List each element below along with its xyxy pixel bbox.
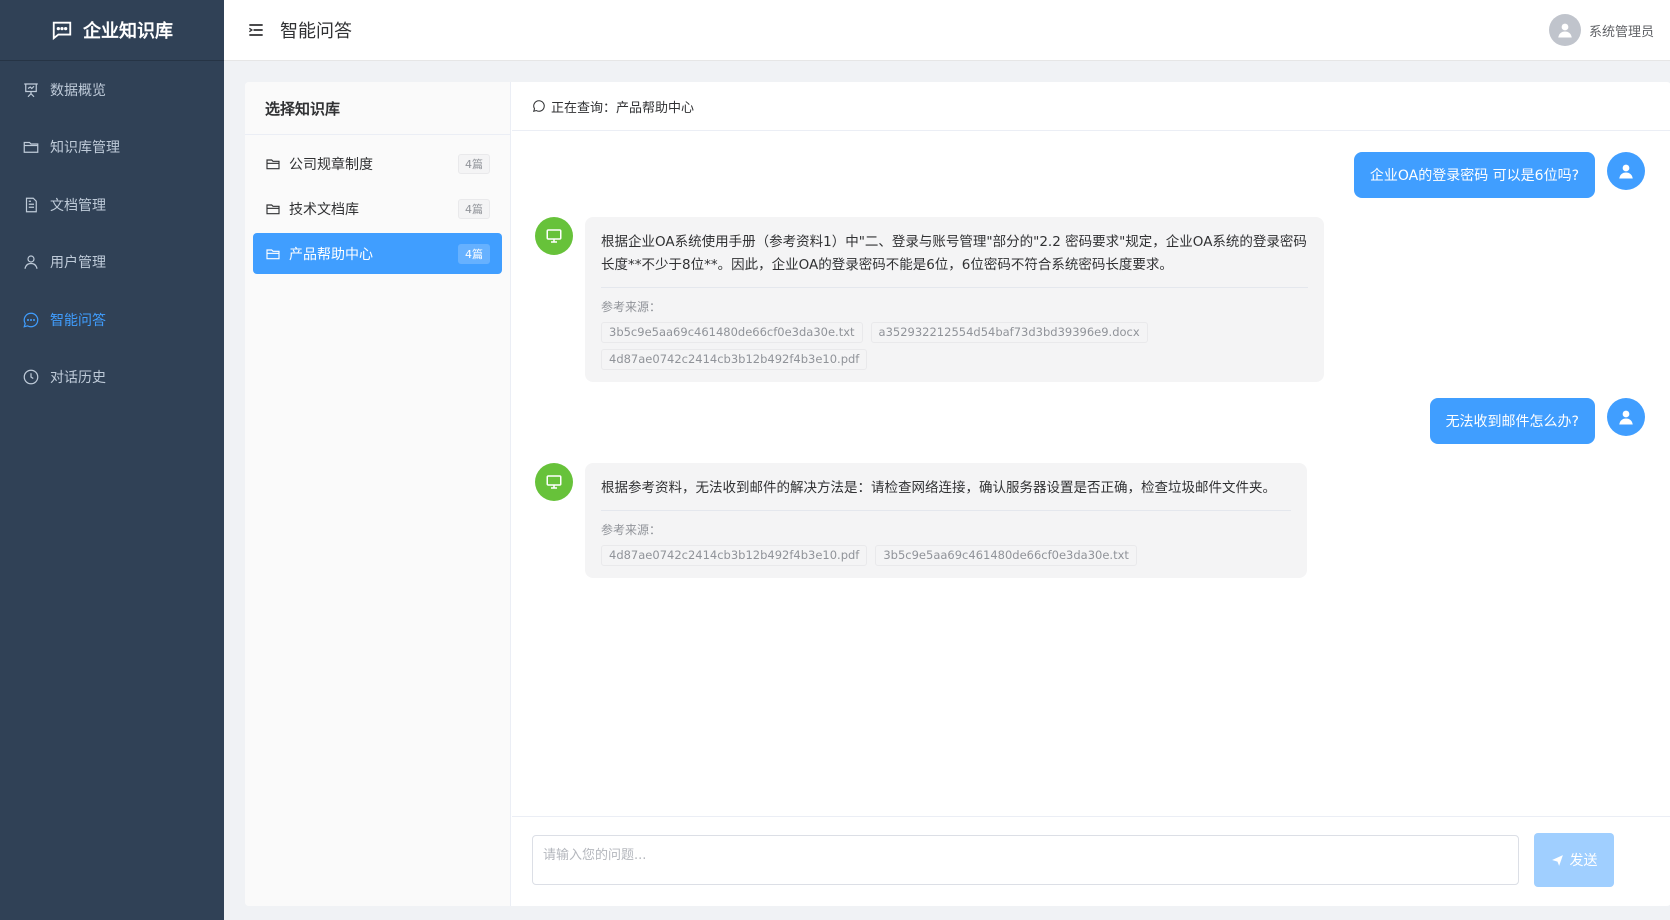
folder-open-icon: [266, 158, 280, 169]
user-name: 系统管理员: [1588, 24, 1654, 40]
source-tag[interactable]: a352932212554d54baf73d3bd39396e9.docx: [870, 322, 1148, 343]
user-avatar-icon: [1558, 23, 1572, 38]
message-list: 企业OA的登录密码 可以是6位吗? 根据企业OA系统使用手册（参考资料1）中"二…: [512, 132, 1670, 817]
folder-icon: [23, 142, 39, 154]
send-icon: [1551, 854, 1563, 866]
message-user: 企业OA的登录密码 可以是6位吗?: [1353, 152, 1645, 198]
input-area: 发送: [512, 816, 1670, 906]
kb-item-tech-docs[interactable]: 技术文档库 4篇: [253, 188, 502, 229]
message-bot: 根据企业OA系统使用手册（参考资料1）中"二、登录与账号管理"部分的"2.2 密…: [535, 217, 1324, 382]
source-tag[interactable]: 4d87ae0742c2414cb3b12b492f4b3e10.pdf: [601, 349, 868, 370]
kb-panel: 选择知识库 公司规章制度 4篇 技术文档库 4篇 产品帮助中心 4篇: [245, 82, 511, 906]
bot-bubble: 根据参考资料，无法收到邮件的解决方法是：请检查网络连接，确认服务器设置是否正确，…: [585, 463, 1307, 578]
bot-answer: 根据企业OA系统使用手册（参考资料1）中"二、登录与账号管理"部分的"2.2 密…: [601, 231, 1308, 288]
kb-item-name: 产品帮助中心: [289, 246, 373, 263]
chat-bubble-icon: [52, 21, 72, 41]
bot-answer: 根据参考资料，无法收到邮件的解决方法是：请检查网络连接，确认服务器设置是否正确，…: [601, 477, 1291, 511]
sidebar-item-overview[interactable]: 数据概览: [0, 61, 224, 119]
top-header: 智能问答 系统管理员: [224, 0, 1670, 61]
question-input[interactable]: [532, 835, 1519, 885]
monitor-icon: [546, 475, 562, 489]
sidebar-item-user-management[interactable]: 用户管理: [0, 234, 224, 292]
sidebar-item-kb-management[interactable]: 知识库管理: [0, 119, 224, 177]
message-user: 无法收到邮件怎么办?: [1429, 398, 1645, 444]
source-label: 参考来源：: [601, 523, 662, 537]
clock-icon: [23, 369, 39, 385]
sidebar-item-doc-management[interactable]: 文档管理: [0, 176, 224, 234]
user-menu[interactable]: 系统管理员: [1548, 14, 1654, 46]
send-button-label: 发送: [1569, 853, 1598, 869]
user-icon: [24, 255, 38, 270]
sidebar-item-label: 文档管理: [50, 197, 106, 214]
folder-open-icon: [266, 248, 280, 259]
kb-list: 公司规章制度 4篇 技术文档库 4篇 产品帮助中心 4篇: [245, 135, 510, 274]
sidebar-item-smart-qa[interactable]: 智能问答: [0, 291, 224, 349]
kb-item-product-help[interactable]: 产品帮助中心 4篇: [253, 233, 502, 274]
folder-open-icon: [266, 203, 280, 214]
bot-bubble: 根据企业OA系统使用手册（参考资料1）中"二、登录与账号管理"部分的"2.2 密…: [585, 217, 1324, 382]
sidebar-item-label: 智能问答: [50, 312, 106, 329]
kb-item-name: 公司规章制度: [289, 156, 373, 173]
bot-avatar: [535, 217, 573, 255]
kb-panel-title: 选择知识库: [245, 82, 510, 135]
chat-dots-icon: [532, 100, 545, 113]
sidebar-item-label: 对话历史: [50, 370, 106, 387]
sidebar: 企业知识库 数据概览 知识库管理 文档管理 用户管理 智能问答 对话历史: [0, 0, 224, 920]
user-bubble: 无法收到邮件怎么办?: [1429, 398, 1595, 444]
message-bot: 根据参考资料，无法收到邮件的解决方法是：请检查网络连接，确认服务器设置是否正确，…: [535, 463, 1307, 578]
send-button[interactable]: 发送: [1534, 833, 1614, 887]
chat-panel: 正在查询：产品帮助中心 企业OA的登录密码 可以是6位吗? 根据企业OA系统使用…: [512, 82, 1670, 906]
presentation-icon: [24, 83, 38, 97]
kb-item-count: 4篇: [458, 243, 490, 264]
user-avatar: [1607, 398, 1645, 436]
sidebar-nav: 数据概览 知识库管理 文档管理 用户管理 智能问答 对话历史: [0, 61, 224, 406]
source-tags: 3b5c9e5aa69c461480de66cf0e3da30e.txt a35…: [601, 322, 1308, 370]
chat-icon: [23, 312, 39, 328]
sidebar-item-label: 数据概览: [50, 82, 106, 99]
brand[interactable]: 企业知识库: [0, 0, 224, 61]
user-avatar: [1607, 152, 1645, 190]
sidebar-item-label: 知识库管理: [50, 140, 120, 157]
monitor-icon: [546, 229, 562, 243]
source-tag[interactable]: 4d87ae0742c2414cb3b12b492f4b3e10.pdf: [601, 545, 868, 566]
kb-item-company-policy[interactable]: 公司规章制度 4篇: [253, 143, 502, 184]
user-bubble: 企业OA的登录密码 可以是6位吗?: [1353, 152, 1595, 198]
source-tags: 4d87ae0742c2414cb3b12b492f4b3e10.pdf 3b5…: [601, 545, 1291, 566]
brand-title: 企业知识库: [83, 21, 173, 42]
source-tag[interactable]: 3b5c9e5aa69c461480de66cf0e3da30e.txt: [601, 322, 863, 343]
user-avatar-icon: [1619, 410, 1633, 425]
source-tag[interactable]: 3b5c9e5aa69c461480de66cf0e3da30e.txt: [875, 545, 1137, 566]
avatar[interactable]: [1548, 14, 1581, 46]
source-label: 参考来源：: [601, 300, 662, 314]
kb-item-count: 4篇: [458, 153, 490, 174]
sidebar-item-history[interactable]: 对话历史: [0, 349, 224, 407]
kb-item-name: 技术文档库: [289, 201, 359, 218]
sidebar-item-label: 用户管理: [50, 255, 106, 272]
query-status: 正在查询：产品帮助中心: [551, 100, 695, 116]
kb-item-count: 4篇: [458, 198, 490, 219]
document-icon: [25, 197, 37, 213]
main-card: 选择知识库 公司规章制度 4篇 技术文档库 4篇 产品帮助中心 4篇 正在查询：…: [245, 82, 1670, 906]
user-avatar-icon: [1619, 164, 1633, 179]
page-title: 智能问答: [280, 21, 352, 42]
menu-collapse-icon[interactable]: [246, 20, 266, 40]
bot-avatar: [535, 463, 573, 501]
chat-status-bar: 正在查询：产品帮助中心: [512, 82, 1670, 131]
